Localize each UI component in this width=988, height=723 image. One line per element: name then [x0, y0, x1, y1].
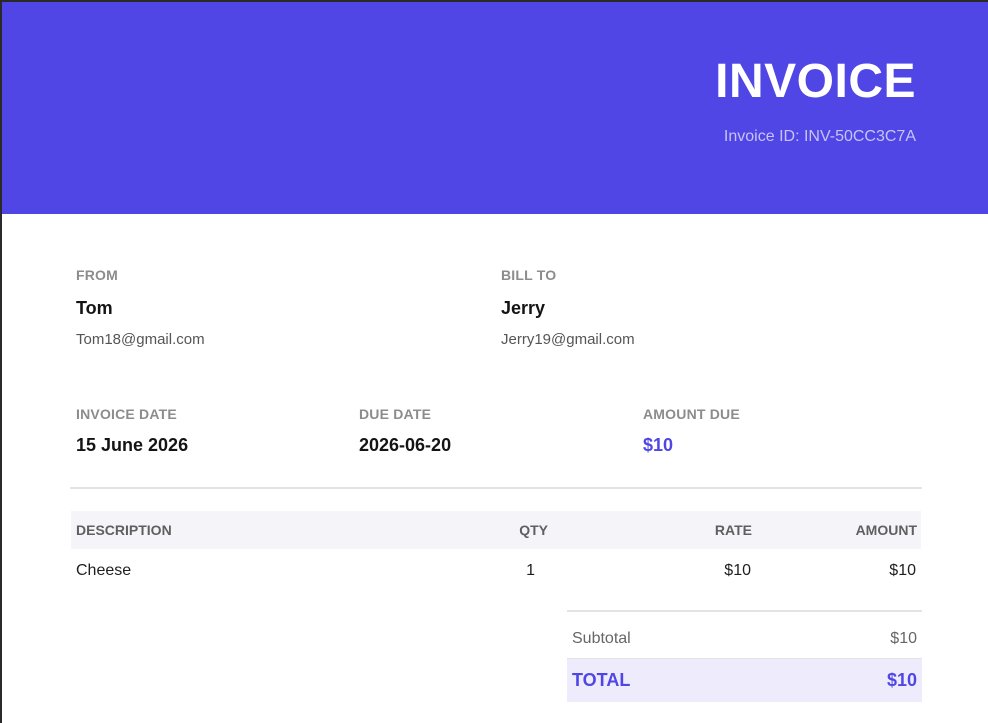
subtotal-value: $10	[890, 630, 917, 647]
amount-due-label: AMOUNT DUE	[643, 406, 740, 422]
items-table-header: DESCRIPTION QTY RATE AMOUNT	[71, 511, 921, 549]
invoice-page: INVOICE Invoice ID: INV-50CC3C7A FROM To…	[0, 0, 988, 723]
bill-to-email: Jerry19@gmail.com	[501, 331, 635, 348]
total-value: $10	[886, 670, 917, 690]
section-divider	[70, 487, 922, 489]
col-qty-header: QTY	[519, 522, 548, 538]
due-date-label: DUE DATE	[359, 406, 432, 422]
due-date-value: 2026-06-20	[359, 435, 452, 455]
total-row: TOTAL $10	[567, 658, 922, 702]
col-amount-header: AMOUNT	[855, 522, 917, 538]
amount-due-value: $10	[643, 435, 674, 455]
total-label: TOTAL	[572, 670, 631, 690]
row-amount: $10	[889, 562, 916, 579]
col-rate-header: RATE	[714, 522, 752, 538]
col-description-header: DESCRIPTION	[76, 522, 172, 538]
row-qty: 1	[526, 562, 535, 579]
invoice-date-label: INVOICE DATE	[76, 406, 177, 422]
from-name: Tom	[76, 298, 113, 318]
subtotal-label: Subtotal	[572, 630, 631, 647]
bill-to-name: Jerry	[501, 298, 546, 318]
from-email: Tom18@gmail.com	[76, 331, 205, 348]
from-label: FROM	[76, 267, 119, 283]
bill-to-label: BILL TO	[501, 267, 557, 283]
row-rate: $10	[724, 562, 751, 579]
invoice-id: Invoice ID: INV-50CC3C7A	[723, 128, 916, 145]
row-description: Cheese	[76, 562, 132, 579]
summary-divider	[567, 610, 922, 612]
invoice-date-value: 15 June 2026	[76, 435, 189, 455]
invoice-header: INVOICE Invoice ID: INV-50CC3C7A	[2, 2, 988, 214]
invoice-title: INVOICE	[715, 55, 916, 108]
